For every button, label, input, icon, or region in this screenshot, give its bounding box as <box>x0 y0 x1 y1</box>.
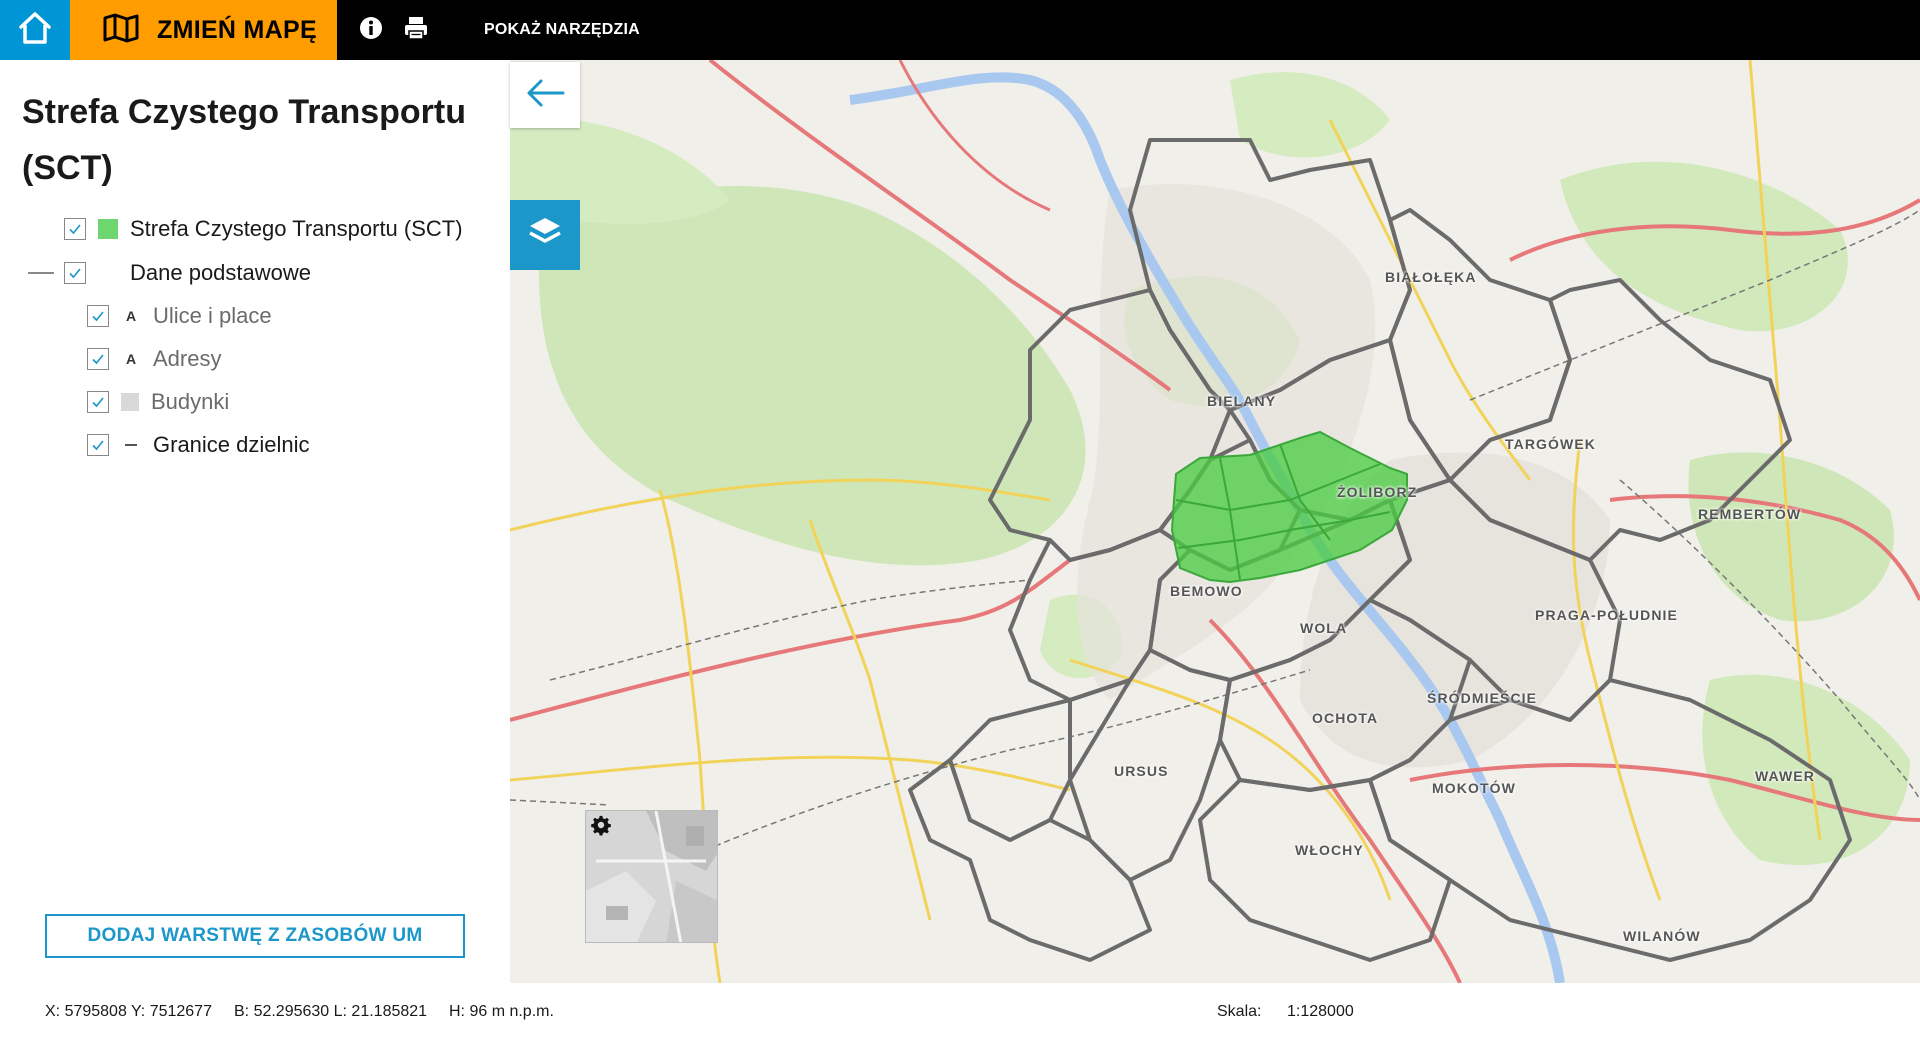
layer-row-adresy: A Adresy <box>87 343 221 375</box>
checkbox-granice[interactable] <box>87 434 109 456</box>
print-icon[interactable] <box>402 14 430 42</box>
checkbox-dane-podstawowe[interactable] <box>64 262 86 284</box>
layer-label-budynki: Budynki <box>151 389 230 414</box>
district-label: ŻOLIBORZ <box>1337 484 1418 500</box>
text-symbol-icon: A <box>125 351 137 367</box>
district-label: WILANÓW <box>1623 928 1701 944</box>
panel-title: Strefa Czystego Transportu (SCT) <box>22 93 466 187</box>
gear-icon <box>590 814 612 841</box>
layers-button[interactable] <box>510 200 580 270</box>
arrow-left-icon <box>525 79 565 112</box>
checkbox-sct[interactable] <box>64 218 86 240</box>
sct-swatch <box>98 219 118 239</box>
layer-label-granice: Granice dzielnic <box>153 432 310 457</box>
district-label: REMBERTÓW <box>1698 506 1802 522</box>
district-label: WŁOCHY <box>1295 842 1364 858</box>
show-tools-link[interactable]: POKAŻ NARZĘDZIA <box>484 0 640 60</box>
layers-icon <box>527 215 563 256</box>
scale-label: Skala: <box>1217 1003 1262 1020</box>
checkbox-adresy[interactable] <box>87 348 109 370</box>
checkbox-budynki[interactable] <box>87 391 109 413</box>
info-icon[interactable] <box>357 14 385 42</box>
district-label: BEMOWO <box>1170 583 1243 599</box>
district-label: WOLA <box>1300 620 1348 636</box>
layer-label-dane-podstawowe: Dane podstawowe <box>130 260 312 285</box>
collapse-group-toggle[interactable] <box>28 272 54 274</box>
layer-label-adresy: Adresy <box>153 346 222 371</box>
layer-label-sct: Strefa Czystego Transportu (SCT) <box>130 216 463 241</box>
district-label: ŚRÓDMIEŚCIE <box>1427 690 1538 706</box>
collapse-panel-button[interactable] <box>510 62 580 128</box>
xy-coordinates: X: 5795808 Y: 7512677 <box>45 1003 212 1020</box>
layers-panel: Strefa Czystego Transportu (SCT) Strefa … <box>0 60 510 983</box>
district-label: PRAGA-POŁUDNIE <box>1535 607 1678 623</box>
home-icon <box>15 8 55 53</box>
district-label: BIELANY <box>1207 393 1277 409</box>
layer-row-granice: Granice dzielnic <box>87 429 310 461</box>
layer-row-ulice: A Ulice i place <box>87 300 272 332</box>
layer-label-ulice: Ulice i place <box>153 303 272 328</box>
district-label: WAWER <box>1755 768 1815 784</box>
text-symbol-icon: A <box>125 308 137 324</box>
layer-row-sct: Strefa Czystego Transportu (SCT) <box>64 213 463 245</box>
district-label: URSUS <box>1114 763 1169 779</box>
checkbox-ulice[interactable] <box>87 305 109 327</box>
district-label: MOKOTÓW <box>1432 780 1516 796</box>
minimap-settings-button[interactable] <box>588 814 614 840</box>
layer-row-budynki: Budynki <box>87 386 229 418</box>
buildings-swatch <box>121 393 139 411</box>
layer-row-dane: Dane podstawowe <box>64 257 311 289</box>
height-readout: H: 96 m n.p.m. <box>449 1003 554 1020</box>
district-label: TARGÓWEK <box>1505 436 1596 452</box>
district-label: BIAŁOŁĘKA <box>1385 269 1477 285</box>
change-map-label: ZMIEŃ MAPĘ <box>157 15 317 44</box>
line-symbol-icon <box>121 444 141 446</box>
home-button[interactable] <box>0 0 70 60</box>
change-map-button[interactable]: ZMIEŃ MAPĘ <box>70 0 337 60</box>
bl-coordinates: B: 52.295630 L: 21.185821 <box>234 1003 428 1020</box>
add-layer-button[interactable]: DODAJ WARSTWĘ Z ZASOBÓW UM <box>45 914 465 958</box>
status-bar: X: 5795808 Y: 7512677 B: 52.295630 L: 21… <box>0 983 1920 1040</box>
district-label: OCHOTA <box>1312 710 1379 726</box>
map-icon <box>103 13 139 48</box>
scale-value[interactable]: 1:128000 <box>1287 1003 1354 1021</box>
top-bar: ZMIEŃ MAPĘ POKAŻ NARZĘDZIA <box>0 0 1920 60</box>
